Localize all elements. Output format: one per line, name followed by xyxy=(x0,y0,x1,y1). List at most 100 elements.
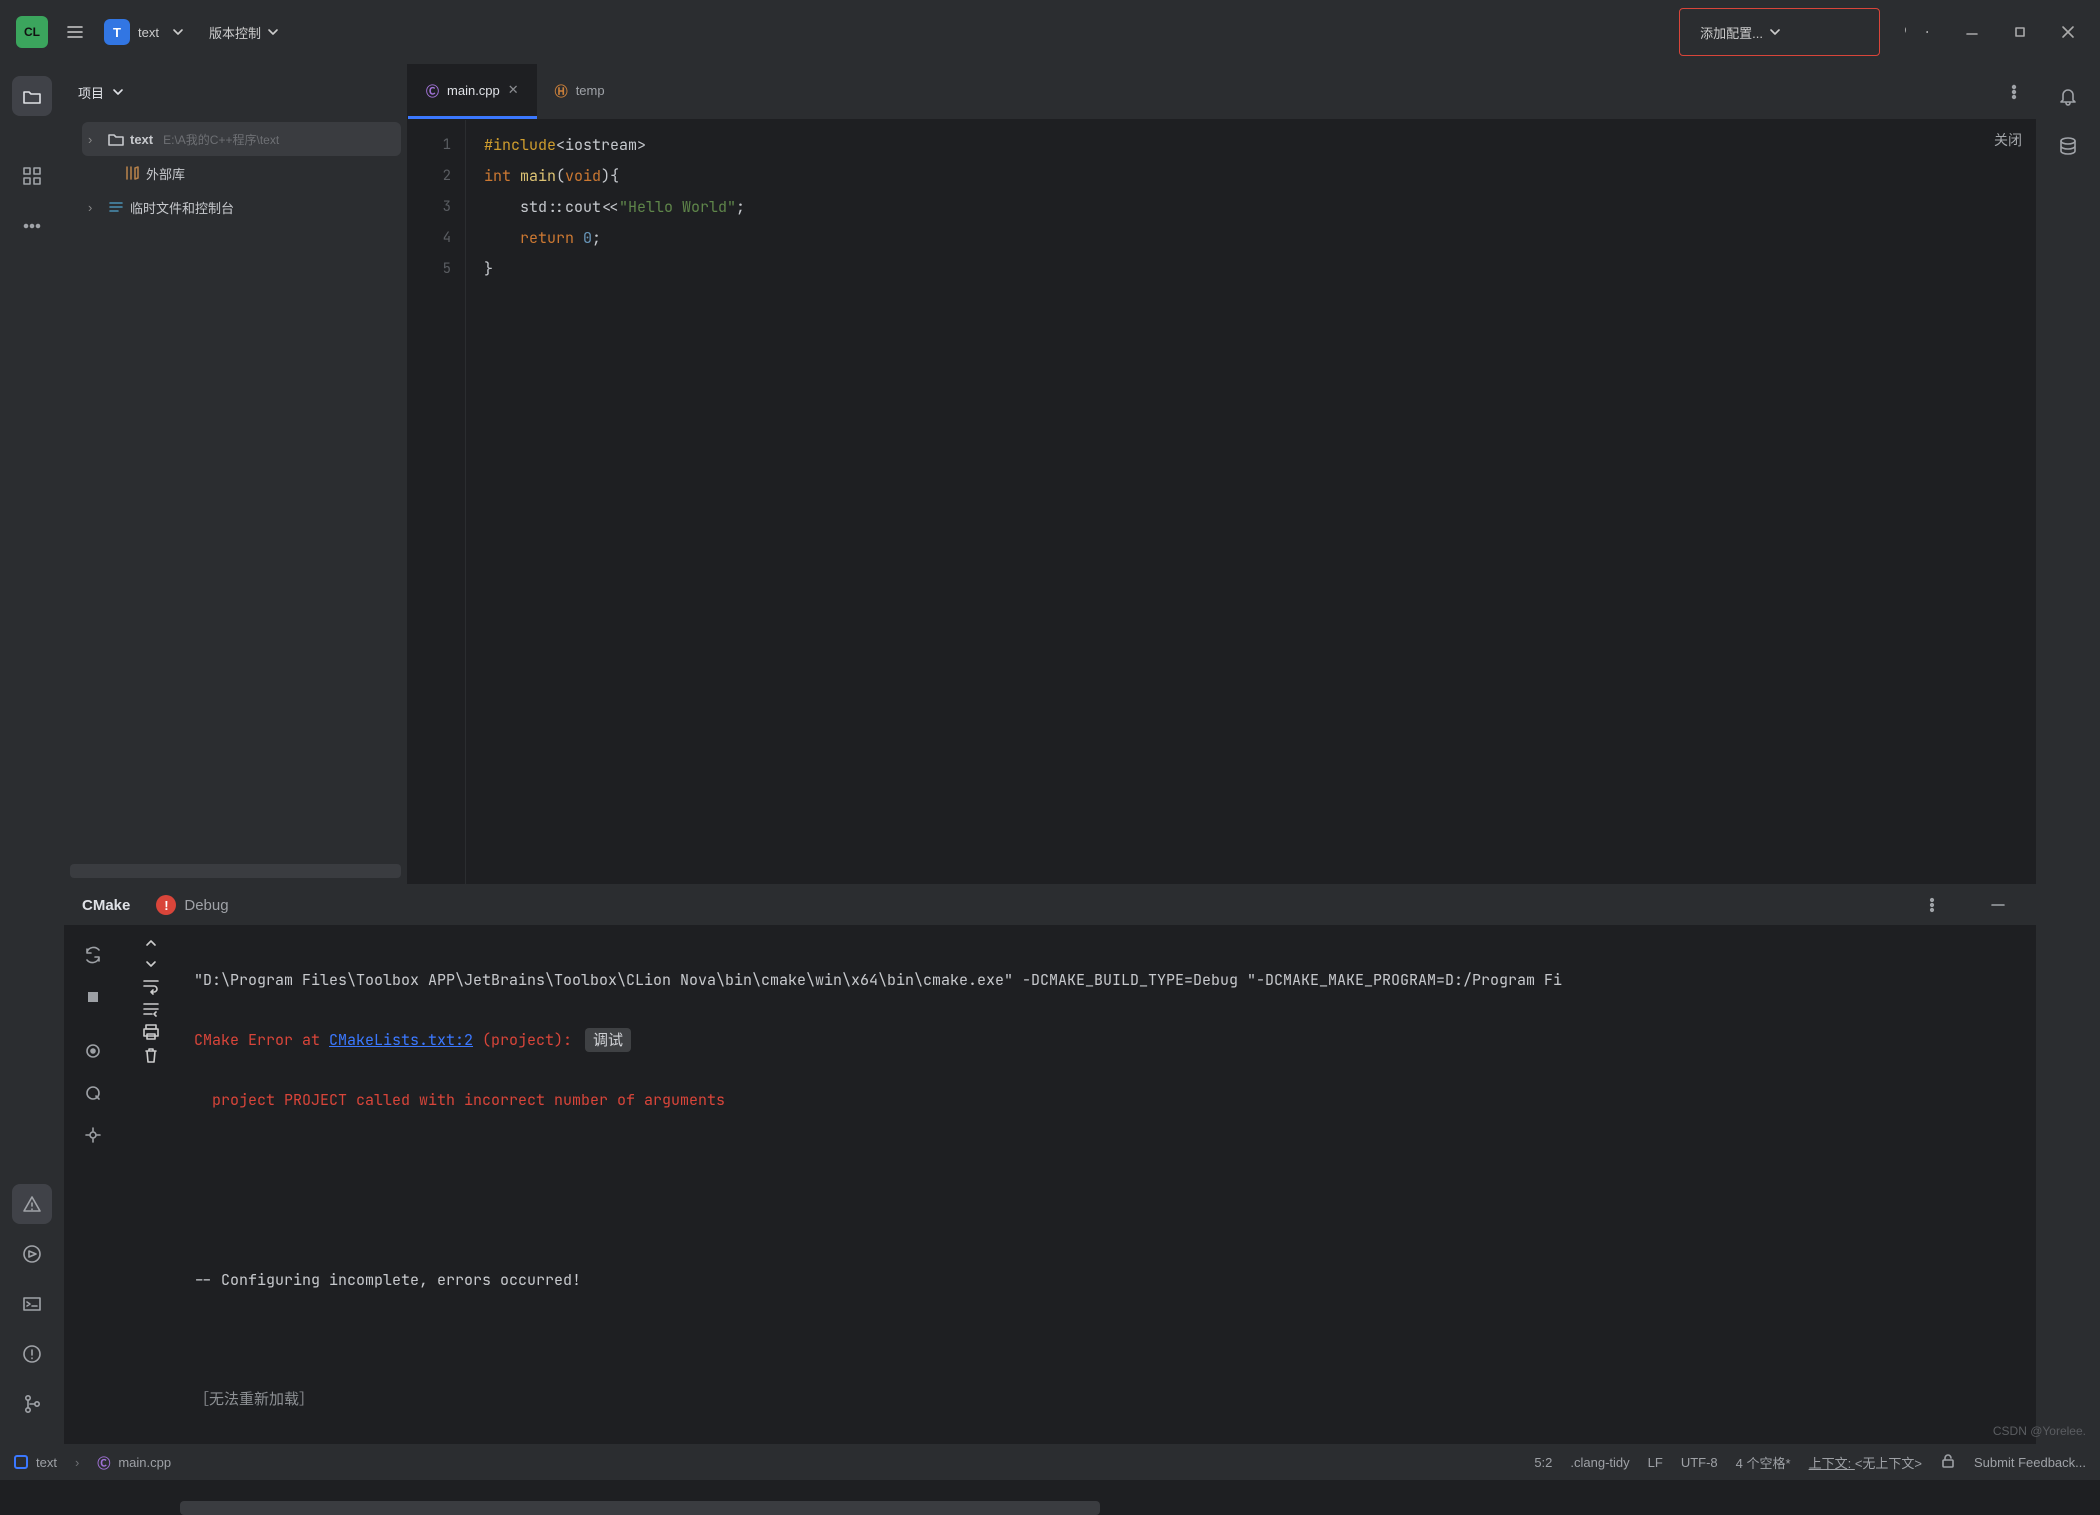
console-line: CMake Error at CMakeLists.txt:2 (project… xyxy=(194,1025,2022,1055)
project-panel-header[interactable]: 项目 xyxy=(64,64,407,120)
scratch-icon xyxy=(108,199,124,215)
vcs-menu[interactable]: 版本控制 xyxy=(199,17,289,48)
terminal-tool-button[interactable] xyxy=(12,1284,52,1324)
breadcrumb-root[interactable]: text xyxy=(14,1455,57,1470)
cpp-file-icon: Ⓒ xyxy=(97,1453,110,1472)
close-window-button[interactable] xyxy=(2044,12,2092,52)
clear-button[interactable] xyxy=(142,1046,160,1067)
main-menu-button[interactable] xyxy=(56,17,94,47)
console-scrollbar[interactable] xyxy=(180,1501,1100,1515)
cmake-toolbar-2 xyxy=(122,925,180,1515)
h-file-icon: Ⓗ xyxy=(555,81,568,100)
folder-icon xyxy=(108,131,124,147)
scroll-end-button[interactable] xyxy=(142,1000,160,1021)
line-number: 3 xyxy=(408,192,451,223)
minimize-button[interactable] xyxy=(1948,12,1996,52)
left-tool-strip xyxy=(0,64,64,1444)
tab-label: main.cpp xyxy=(447,83,500,98)
gutter: 1 2 3 4 5 xyxy=(408,120,466,884)
project-tool-button[interactable] xyxy=(12,76,52,116)
run-config-group: 添加配置... xyxy=(1679,8,1880,56)
code-editor[interactable]: 1 2 3 4 5 #include<iostream>int main(voi… xyxy=(408,120,2036,884)
settings-button[interactable] xyxy=(1916,21,1938,43)
window-controls xyxy=(1948,12,2092,52)
stop-button[interactable] xyxy=(73,977,113,1017)
vcs-tool-button[interactable] xyxy=(12,1384,52,1424)
debug-tab[interactable]: ! Debug xyxy=(156,895,228,915)
console-line: "D:\Program Files\Toolbox APP\JetBrains\… xyxy=(194,965,2022,995)
console-line: -- Configuring incomplete, errors occurr… xyxy=(194,1265,2022,1295)
project-tree: › text E:\A我的C++程序\text 外部库 › 临时文件和控制台 xyxy=(64,120,407,228)
database-button[interactable] xyxy=(2048,126,2088,166)
tab-temp[interactable]: Ⓗ temp xyxy=(537,64,623,119)
run-button[interactable] xyxy=(1801,21,1823,43)
library-icon xyxy=(124,165,140,181)
cmake-console[interactable]: "D:\Program Files\Toolbox APP\JetBrains\… xyxy=(180,925,2036,1515)
breadcrumb-label: text xyxy=(36,1455,57,1470)
tree-scratches[interactable]: › 临时文件和控制台 xyxy=(82,190,401,224)
editor-close-button[interactable]: 关闭 xyxy=(1994,130,2022,150)
print-button[interactable] xyxy=(142,1023,160,1044)
close-tab-icon[interactable]: ✕ xyxy=(508,82,519,98)
tool-options-button[interactable] xyxy=(1912,885,1952,925)
debug-button[interactable] xyxy=(1827,21,1849,43)
problems-tool-button[interactable] xyxy=(12,1184,52,1224)
tab-label: CMake xyxy=(82,897,130,914)
run-more-button[interactable] xyxy=(1853,21,1875,43)
tree-ext-libs[interactable]: 外部库 xyxy=(98,156,401,190)
cmake-cache-button[interactable] xyxy=(73,1073,113,1113)
error-file-link[interactable]: CMakeLists.txt:2 xyxy=(329,1030,473,1050)
tree-root-node[interactable]: › text E:\A我的C++程序\text xyxy=(82,122,401,156)
console-line: project PROJECT called with incorrect nu… xyxy=(194,1085,2022,1115)
event-log-button[interactable] xyxy=(12,1334,52,1374)
tab-main-cpp[interactable]: Ⓒ main.cpp ✕ xyxy=(408,64,537,119)
panel-title: 项目 xyxy=(78,83,104,102)
error-icon: ! xyxy=(156,895,176,915)
tree-node-path: E:\A我的C++程序\text xyxy=(163,131,279,148)
editor-area: Ⓒ main.cpp ✕ Ⓗ temp 1 2 3 4 5 #include<i… xyxy=(408,64,2036,884)
vcs-label: 版本控制 xyxy=(209,23,261,42)
code-content[interactable]: #include<iostream>int main(void){ std::c… xyxy=(466,120,2036,884)
line-number: 4 xyxy=(408,223,451,254)
cmake-profile-button[interactable] xyxy=(73,1031,113,1071)
cmake-tab[interactable]: CMake xyxy=(82,897,130,914)
tab-label: Debug xyxy=(184,897,228,914)
scroll-up-button[interactable] xyxy=(143,935,159,954)
app-logo: CL xyxy=(16,16,48,48)
cmake-settings-button[interactable] xyxy=(73,1115,113,1155)
tool-window-tabs: CMake ! Debug xyxy=(64,885,2036,925)
search-button[interactable] xyxy=(1894,21,1916,43)
project-chip-icon: T xyxy=(104,19,130,45)
chevron-down-icon xyxy=(267,26,279,38)
tabs-more-button[interactable] xyxy=(1992,64,2036,119)
line-number: 2 xyxy=(408,161,451,192)
run-config-label: 添加配置... xyxy=(1700,23,1763,42)
project-name: text xyxy=(138,25,159,40)
maximize-button[interactable] xyxy=(1996,12,2044,52)
chevron-down-icon xyxy=(167,21,189,43)
run-config-selector[interactable]: 添加配置... xyxy=(1684,17,1797,48)
module-icon xyxy=(14,1455,28,1469)
scroll-down-button[interactable] xyxy=(143,956,159,975)
cmake-toolbar-1 xyxy=(64,925,122,1515)
breadcrumb-label: main.cpp xyxy=(118,1455,171,1470)
soft-wrap-button[interactable] xyxy=(142,977,160,998)
notifications-button[interactable] xyxy=(2048,76,2088,116)
chevron-down-icon xyxy=(1769,26,1781,38)
project-selector[interactable]: T text xyxy=(94,15,199,49)
reload-button[interactable] xyxy=(73,935,113,975)
project-scrollbar[interactable] xyxy=(70,864,401,878)
hide-tool-button[interactable] xyxy=(1978,885,2018,925)
services-tool-button[interactable] xyxy=(12,1234,52,1274)
structure-tool-button[interactable] xyxy=(12,156,52,196)
title-bar: CL T text 版本控制 添加配置... xyxy=(0,0,2100,64)
right-tool-strip xyxy=(2036,64,2100,1444)
editor-tabs: Ⓒ main.cpp ✕ Ⓗ temp xyxy=(408,64,2036,120)
chevron-right-icon: › xyxy=(88,200,102,215)
tree-node-label: 外部库 xyxy=(146,164,185,183)
more-tools-button[interactable] xyxy=(12,206,52,246)
debug-chip: 调试 xyxy=(585,1028,631,1052)
project-panel: 项目 › text E:\A我的C++程序\text 外部库 › 临时文件和控制… xyxy=(64,64,408,884)
breadcrumb-file[interactable]: Ⓒmain.cpp xyxy=(97,1453,171,1472)
tree-node-label: 临时文件和控制台 xyxy=(130,198,234,217)
